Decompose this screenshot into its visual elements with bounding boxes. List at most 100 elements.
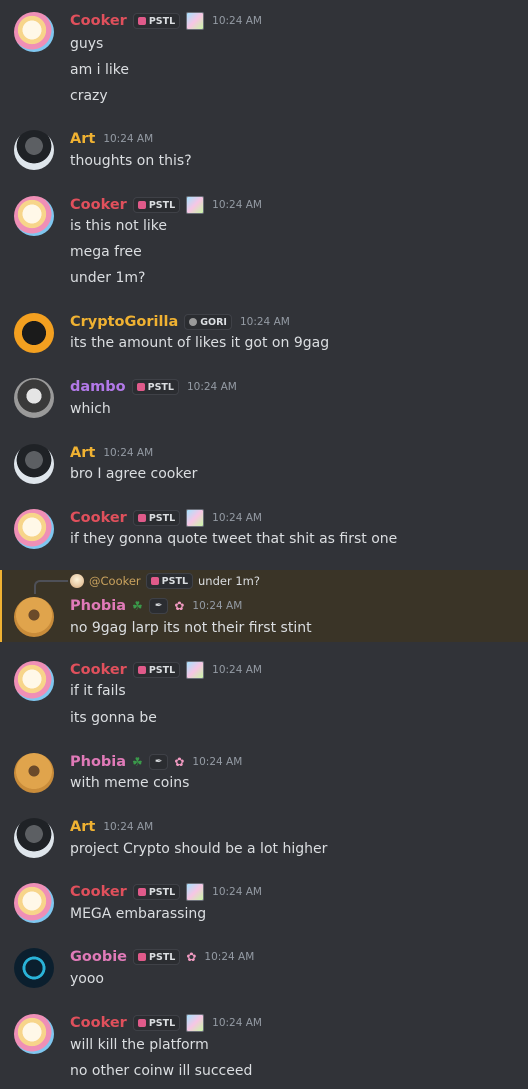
mushroom-icon (138, 953, 147, 961)
role-icon[interactable] (186, 196, 205, 214)
timestamp: 10:24 AM (212, 886, 262, 898)
timestamp: 10:24 AM (212, 512, 262, 524)
message-text: bro I agree cooker (70, 466, 198, 482)
message-text: no 9gag larp its not their first stint (70, 620, 312, 636)
avatar[interactable] (14, 597, 54, 637)
mushroom-icon (137, 201, 146, 209)
message-text: its gonna be (70, 710, 157, 726)
message-text: guys (70, 36, 104, 52)
timestamp: 10:24 AM (204, 951, 255, 963)
mushroom-icon (137, 1019, 146, 1027)
role-icon[interactable] (186, 661, 205, 679)
message-text: project Crypto should be a lot higher (70, 841, 328, 857)
mushroom-icon (150, 577, 159, 585)
author-name[interactable]: Goobie (70, 947, 127, 967)
guild-tag[interactable]: GORI (184, 314, 232, 330)
reply-text: under 1m? (198, 574, 260, 588)
mushroom-icon (137, 17, 146, 25)
timestamp: 10:24 AM (212, 199, 262, 211)
mushroom-icon (137, 514, 146, 522)
mushroom-icon (136, 383, 145, 391)
avatar[interactable] (14, 196, 54, 236)
message-text: mega free (70, 244, 142, 260)
author-name[interactable]: Cooker (70, 882, 127, 902)
role-icon[interactable] (186, 1014, 205, 1032)
message-text: thoughts on this? (70, 153, 192, 169)
flower-icon[interactable]: ✿ (186, 950, 196, 964)
guild-tag[interactable]: PSTL (131, 379, 179, 395)
avatar[interactable] (14, 883, 54, 923)
author-name[interactable]: Cooker (70, 1013, 127, 1033)
role-icon[interactable] (186, 12, 205, 30)
guild-tag[interactable]: PSTL (132, 884, 181, 900)
avatar[interactable] (14, 1014, 54, 1054)
mention-highlight-bar (0, 570, 2, 642)
author-name[interactable]: Art (70, 817, 95, 837)
avatar[interactable] (14, 661, 54, 701)
avatar[interactable] (14, 130, 54, 170)
quill-icon: ✒ (154, 757, 163, 767)
timestamp: 10:24 AM (192, 756, 243, 768)
message-text: under 1m? (70, 270, 146, 286)
guild-tag[interactable]: PSTL (133, 949, 181, 965)
timestamp: 10:24 AM (103, 133, 154, 145)
role-icon[interactable] (186, 509, 205, 527)
message-text: which (70, 401, 111, 417)
author-name[interactable]: Cooker (70, 660, 127, 680)
guild-tag[interactable]: PSTL (132, 662, 181, 678)
guild-tag[interactable]: PSTL (132, 197, 181, 213)
role-icon[interactable] (186, 883, 205, 901)
pen-tag[interactable]: ✒ (148, 754, 169, 770)
author-name[interactable]: Art (70, 443, 95, 463)
timestamp: 10:24 AM (212, 664, 262, 676)
guild-tag[interactable]: PSTL (145, 573, 193, 589)
guild-tag[interactable]: PSTL (132, 13, 181, 29)
flower-icon[interactable]: ✿ (174, 599, 184, 613)
author-name[interactable]: Cooker (70, 195, 127, 215)
message-text: with meme coins (70, 775, 190, 791)
avatar[interactable] (14, 753, 54, 793)
message-text: if it fails (70, 683, 126, 699)
pen-tag[interactable]: ✒ (148, 598, 169, 614)
author-name[interactable]: Art (70, 129, 95, 149)
mushroom-icon (137, 888, 146, 896)
mushroom-icon (137, 666, 146, 674)
avatar[interactable] (14, 948, 54, 988)
avatar[interactable] (14, 12, 54, 52)
timestamp: 10:24 AM (103, 821, 154, 833)
reply-author[interactable]: @Cooker (89, 574, 141, 588)
message-text: if they gonna quote tweet that shit as f… (70, 531, 398, 547)
guild-tag[interactable]: PSTL (132, 1015, 181, 1031)
quill-icon: ✒ (154, 601, 163, 611)
leaf-icon[interactable]: ☘ (132, 755, 143, 769)
author-name[interactable]: CryptoGorilla (70, 312, 178, 332)
gorilla-icon (189, 318, 198, 326)
avatar[interactable] (14, 378, 54, 418)
message-text: no other coinw ill succeed (70, 1063, 253, 1079)
author-name[interactable]: dambo (70, 377, 126, 397)
avatar[interactable] (14, 818, 54, 858)
message-text: will kill the platform (70, 1037, 209, 1053)
guild-tag[interactable]: PSTL (132, 510, 181, 526)
reply-avatar (70, 574, 84, 588)
avatar[interactable] (14, 313, 54, 353)
message-text: MEGA embarassing (70, 906, 207, 922)
leaf-icon[interactable]: ☘ (132, 599, 143, 613)
message-text: its the amount of likes it got on 9gag (70, 335, 330, 351)
timestamp: 10:24 AM (192, 600, 243, 612)
timestamp: 10:24 AM (239, 316, 290, 328)
message-text: crazy (70, 88, 108, 104)
timestamp: 10:24 AM (212, 15, 262, 27)
avatar[interactable] (14, 509, 54, 549)
author-name[interactable]: Phobia (70, 596, 126, 616)
reply-preview[interactable]: @Cooker PSTL under 1m? (70, 573, 260, 589)
reply-connector (34, 580, 68, 594)
author-name[interactable]: Cooker (70, 508, 127, 528)
flower-icon[interactable]: ✿ (174, 755, 184, 769)
avatar[interactable] (14, 444, 54, 484)
timestamp: 10:24 AM (186, 381, 237, 393)
author-name[interactable]: Cooker (70, 11, 127, 31)
timestamp: 10:24 AM (103, 447, 154, 459)
author-name[interactable]: Phobia (70, 752, 126, 772)
timestamp: 10:24 AM (212, 1017, 262, 1029)
